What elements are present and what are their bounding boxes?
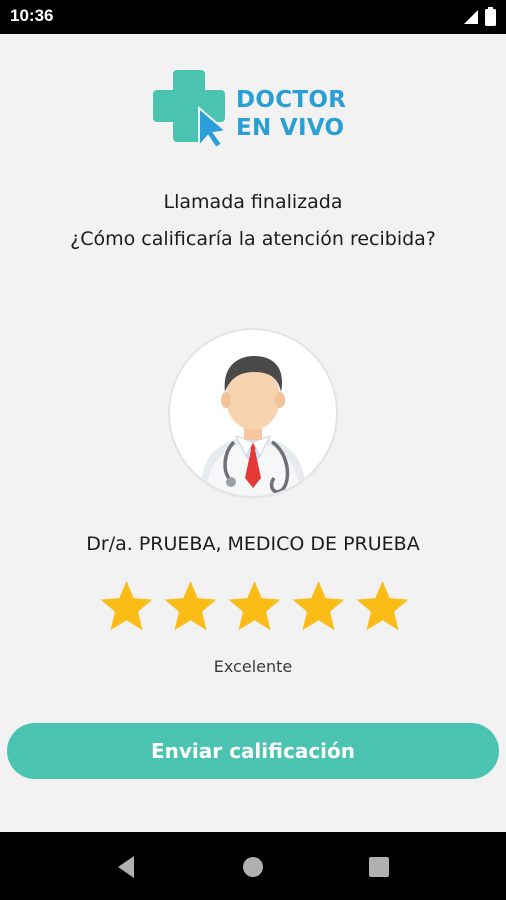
signal-icon — [464, 9, 478, 24]
rating-label: Excelente — [213, 657, 293, 676]
home-icon[interactable] — [238, 852, 268, 882]
logo-cross-icon — [153, 70, 229, 148]
recents-icon[interactable] — [364, 852, 394, 882]
doctor-en-vivo-logo: DOCTOR EN VIVO — [153, 68, 363, 148]
rating-screen: DOCTOR EN VIVO Llamada finalizada ¿Cómo … — [0, 34, 506, 832]
system-nav-bar — [0, 832, 506, 900]
status-bar: 10:36 — [0, 0, 506, 34]
logo-text-line2: EN VIVO — [236, 115, 345, 141]
status-icons — [463, 7, 496, 26]
doctor-avatar — [170, 330, 336, 496]
doctor-illustration-icon — [200, 356, 306, 496]
logo-text-line1: DOCTOR — [236, 87, 347, 113]
rating-question: ¿Cómo calificaría la atención recibida? — [70, 228, 436, 250]
back-icon[interactable] — [112, 852, 142, 882]
star-3-icon[interactable] — [225, 577, 284, 636]
submit-rating-button[interactable]: Enviar calificación — [7, 723, 499, 779]
call-ended-text: Llamada finalizada — [163, 191, 343, 213]
star-2-icon[interactable] — [161, 577, 220, 636]
doctor-name: Dr/a. PRUEBA, MEDICO DE PRUEBA — [86, 533, 420, 555]
logo-text: DOCTOR EN VIVO — [236, 86, 346, 142]
star-5-icon[interactable] — [353, 577, 412, 636]
status-time: 10:36 — [10, 6, 54, 25]
battery-icon — [485, 7, 496, 26]
star-rating[interactable] — [97, 577, 412, 639]
star-1-icon[interactable] — [97, 577, 156, 636]
star-4-icon[interactable] — [289, 577, 348, 636]
